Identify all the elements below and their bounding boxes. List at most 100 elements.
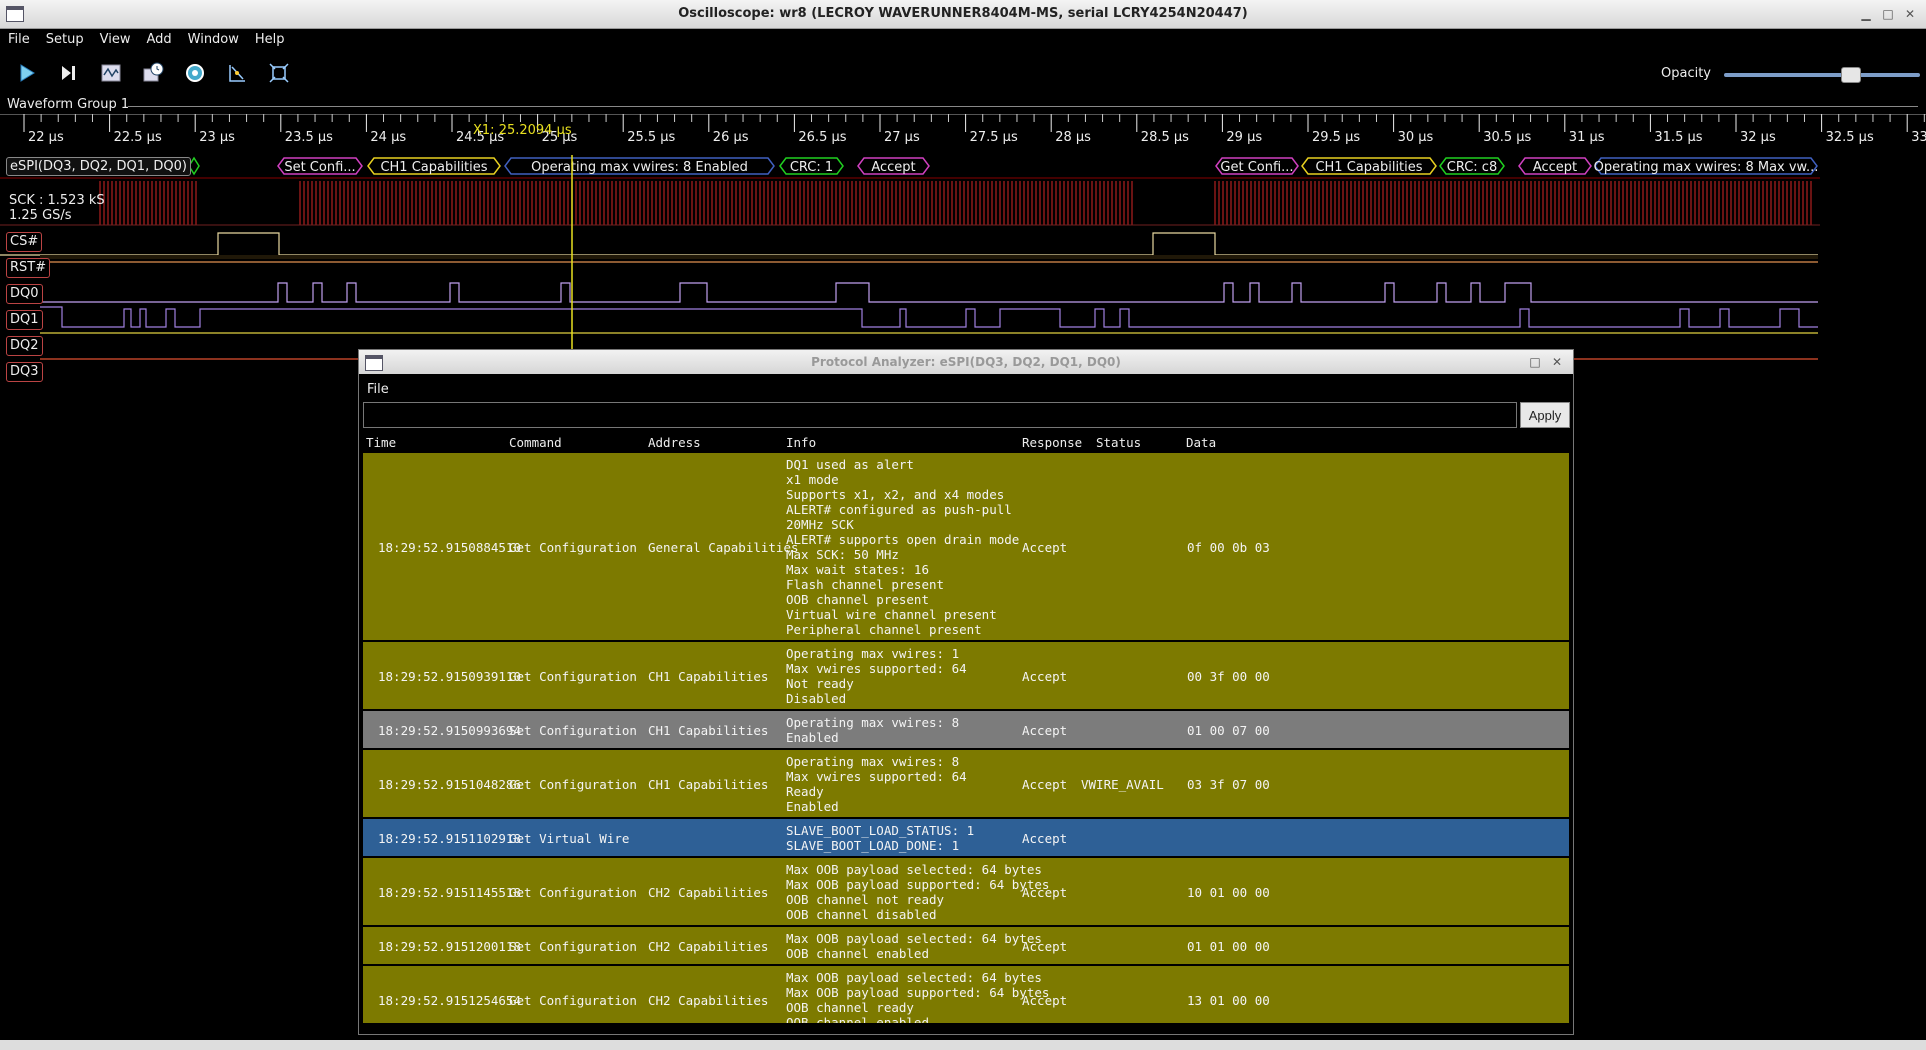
cs-trace [0,232,1818,256]
table-cell-time: 18:29:52.9150939110 [378,669,521,684]
decode-packet-label: Operating max vwires: 8 Max vw... [1594,160,1819,175]
ruler-tick-label: 26 µs [713,130,749,145]
table-cell-time: 18:29:52.9151102918 [378,831,521,846]
table-row[interactable]: 18:29:52.9151145518 Get Configuration CH2 … [363,858,1569,927]
waveform-group-divider [128,106,1918,107]
decode-packet[interactable]: Operating max vwires: 8 Enabled [504,157,775,175]
packet-table: 18:29:52.9150884510 Get Configuration Gene… [363,453,1569,1023]
table-cell-response: Accept [1022,540,1068,555]
menu-add[interactable]: Add [138,29,179,51]
zoom-fit-icon[interactable] [265,60,293,86]
play-icon[interactable] [13,60,41,86]
clock-capture-icon[interactable] [139,60,167,86]
analyzer-menu-file[interactable]: File [367,382,389,397]
sck-sample-count: SCK : 1.523 kS [9,193,105,208]
decode-packet[interactable]: Operating max vwires: 8 Max vw... [1594,157,1819,175]
table-cell-info: Max OOB payload selected: 64 bytes Max O… [786,862,1050,922]
column-header-time[interactable]: Time [366,435,396,450]
column-header-info[interactable]: Info [786,435,816,450]
cs-band [40,255,1818,259]
channel-label-dq0[interactable]: DQ0 [6,284,43,304]
decode-packet-label: Accept [1533,160,1577,175]
protocol-analyzer-titlebar: Protocol Analyzer: eSPI(DQ3, DQ2, DQ1, D… [359,350,1573,374]
table-row[interactable]: 18:29:52.9150939110 Get Configuration CH1 … [363,642,1569,711]
decode-packet[interactable]: Set Confi... [277,157,363,175]
menu-window[interactable]: Window [180,29,247,51]
waveform-icon[interactable] [97,60,125,86]
decode-packet[interactable]: CH1 Capabilities [1301,157,1437,175]
column-header-response[interactable]: Response [1022,435,1082,450]
opacity-slider-handle[interactable] [1841,67,1861,83]
table-cell-response: Accept [1022,831,1068,846]
table-cell-address: CH1 Capabilities [648,777,769,792]
channel-label-dq1[interactable]: DQ1 [6,310,43,330]
channel-label-rst[interactable]: RST# [6,258,51,278]
espi-decode-label[interactable]: eSPI(DQ3, DQ2, DQ1, DQ0) [6,157,191,176]
gear-target-icon[interactable] [181,60,209,86]
table-cell-response: Accept [1022,669,1068,684]
table-cell-data: 0f 00 0b 03 [1187,540,1270,555]
table-cell-command: Get Configuration [509,540,637,555]
table-cell-time: 18:29:52.9151254654 [378,993,521,1008]
decode-packet[interactable]: Accept [857,157,930,175]
decode-packet-label: Accept [871,160,915,175]
table-cell-address: CH1 Capabilities [648,669,769,684]
table-cell-response: Accept [1022,777,1068,792]
decode-packet-label: CH1 Capabilities [1315,160,1422,175]
table-cell-command: Set Configuration [509,939,637,954]
maximize-icon[interactable]: □ [1880,6,1896,22]
opacity-slider-track[interactable] [1724,73,1920,77]
time-ruler[interactable]: 22 µs 22.5 µs 23 µs 23.5 µs 24 µs 24.5 µs 25 µ… [0,114,1926,154]
table-row[interactable]: 18:29:52.9151048286 Get Configuration CH1 … [363,750,1569,819]
table-cell-time: 18:29:52.9151048286 [378,777,521,792]
table-cell-command: Get Configuration [509,993,637,1008]
decode-packet-label: CRC: 1 [790,160,833,175]
minimize-icon[interactable]: ▁ [1858,6,1874,22]
decode-packet[interactable]: CRC: 1 [779,157,844,175]
menu-help[interactable]: Help [247,29,293,51]
analyzer-maximize-icon[interactable]: □ [1527,354,1543,370]
apply-button[interactable]: Apply [1520,402,1570,428]
close-icon[interactable]: ✕ [1902,6,1918,22]
decode-packet[interactable]: CRC: c8 [1439,157,1505,175]
analyzer-close-icon[interactable]: ✕ [1549,354,1565,370]
channel-label-cs[interactable]: CS# [6,232,43,252]
decode-packet-label: CH1 Capabilities [380,160,487,175]
filter-input[interactable] [363,402,1517,428]
table-row[interactable]: 18:29:52.9150884510 Get Configuration Gene… [363,453,1569,642]
table-cell-time: 18:29:52.9150884510 [378,540,521,555]
decode-packet[interactable]: Accept [1518,157,1592,175]
table-cell-time: 18:29:52.9151200118 [378,939,521,954]
table-header: Time Command Address Info Response Statu… [363,432,1569,452]
table-row[interactable]: 18:29:52.9151254654 Get Configuration CH2 … [363,966,1569,1023]
channel-label-dq2[interactable]: DQ2 [6,336,43,356]
decode-packet[interactable]: CH1 Capabilities [367,157,501,175]
menu-file[interactable]: File [0,29,38,51]
waveform-group-label: Waveform Group 1 [7,97,130,112]
table-cell-command: Set Configuration [509,723,637,738]
column-header-address[interactable]: Address [648,435,701,450]
table-row[interactable]: 18:29:52.9151102918 Get Virtual Wire SLAVE… [363,819,1569,858]
ruler-tick-label: 29 µs [1226,130,1262,145]
table-cell-address: CH2 Capabilities [648,993,769,1008]
column-header-status[interactable]: Status [1096,435,1141,450]
cursor-measure-icon[interactable] [223,60,251,86]
status-bar [0,1040,1926,1050]
cursor-x1-label[interactable]: X1: 25.2094 µs [473,123,572,138]
table-row[interactable]: 18:29:52.9151200118 Set Configuration CH2 … [363,927,1569,966]
menu-setup[interactable]: Setup [38,29,92,51]
decode-packet[interactable]: Get Confi... [1215,157,1299,175]
table-row[interactable]: 18:29:52.9150993694 Set Configuration CH1 … [363,711,1569,750]
menu-view[interactable]: View [92,29,139,51]
column-header-command[interactable]: Command [509,435,562,450]
table-cell-info: Operating max vwires: 1 Max vwires suppo… [786,646,967,706]
column-header-data[interactable]: Data [1186,435,1216,450]
table-cell-command: Get Configuration [509,885,637,900]
table-cell-response: Accept [1022,993,1068,1008]
step-icon[interactable] [55,60,83,86]
channel-label-dq3[interactable]: DQ3 [6,362,43,382]
ruler-tick-label: 28.5 µs [1141,130,1189,145]
ruler-tick-label: 31 µs [1569,130,1605,145]
table-cell-time: 18:29:52.9150993694 [378,723,521,738]
table-cell-data: 01 00 07 00 [1187,723,1270,738]
